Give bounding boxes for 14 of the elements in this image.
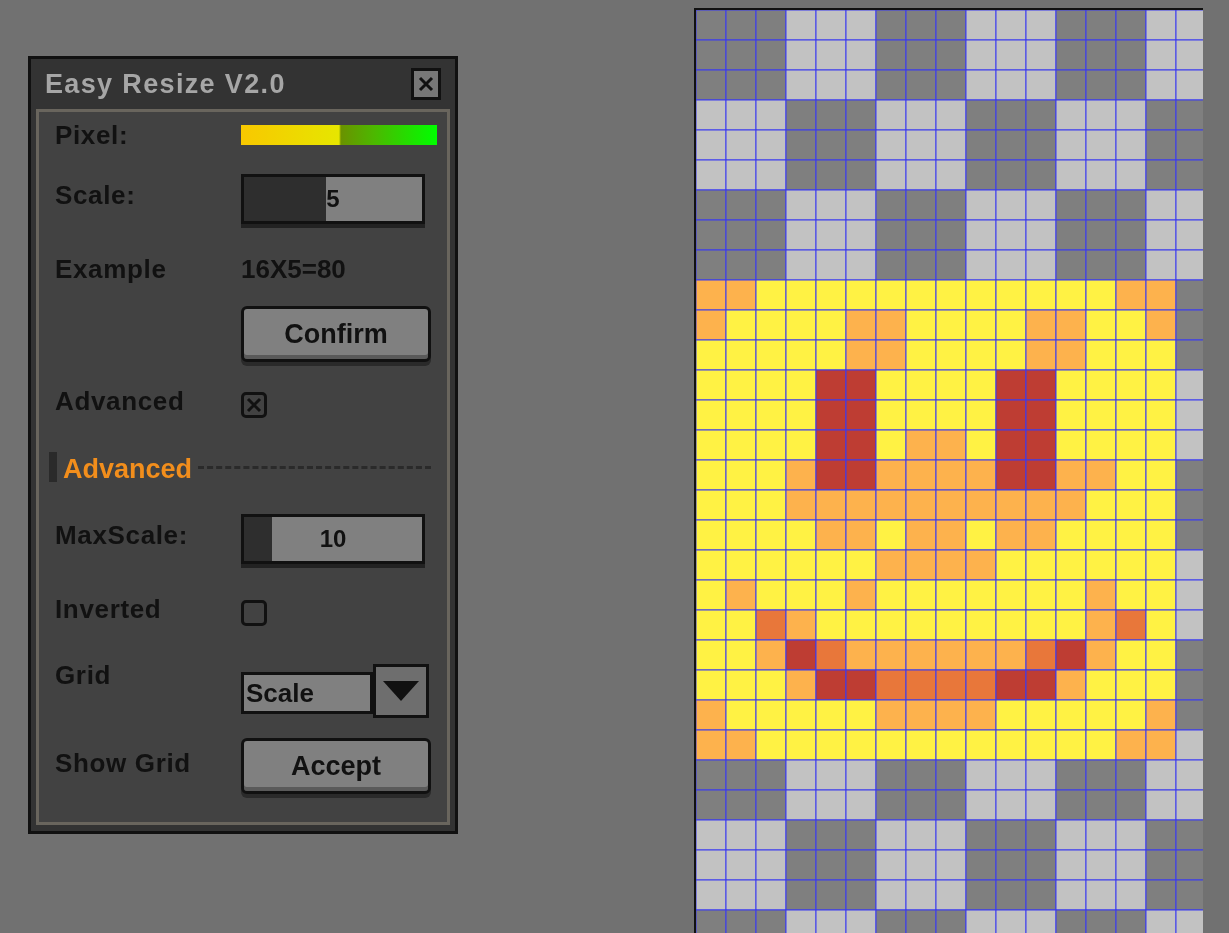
dropdown[interactable]: Scale [241, 664, 429, 718]
checkbox[interactable] [241, 600, 267, 626]
pixel-art-canvas-drawing[interactable] [696, 10, 1203, 933]
triangle-down-icon [383, 681, 419, 701]
cross-icon [246, 397, 262, 413]
dropdown-value: Scale [241, 672, 373, 714]
close-button[interactable] [411, 68, 441, 100]
slider-value: 10 [318, 524, 348, 554]
checkbox[interactable] [241, 392, 267, 418]
window-title: Easy Resize V2.0 [45, 67, 286, 101]
section-heading: Advanced [49, 452, 199, 482]
close-icon [418, 76, 434, 92]
dropdown-arrow-button[interactable] [373, 664, 429, 718]
slider-value: 5 [325, 184, 341, 214]
